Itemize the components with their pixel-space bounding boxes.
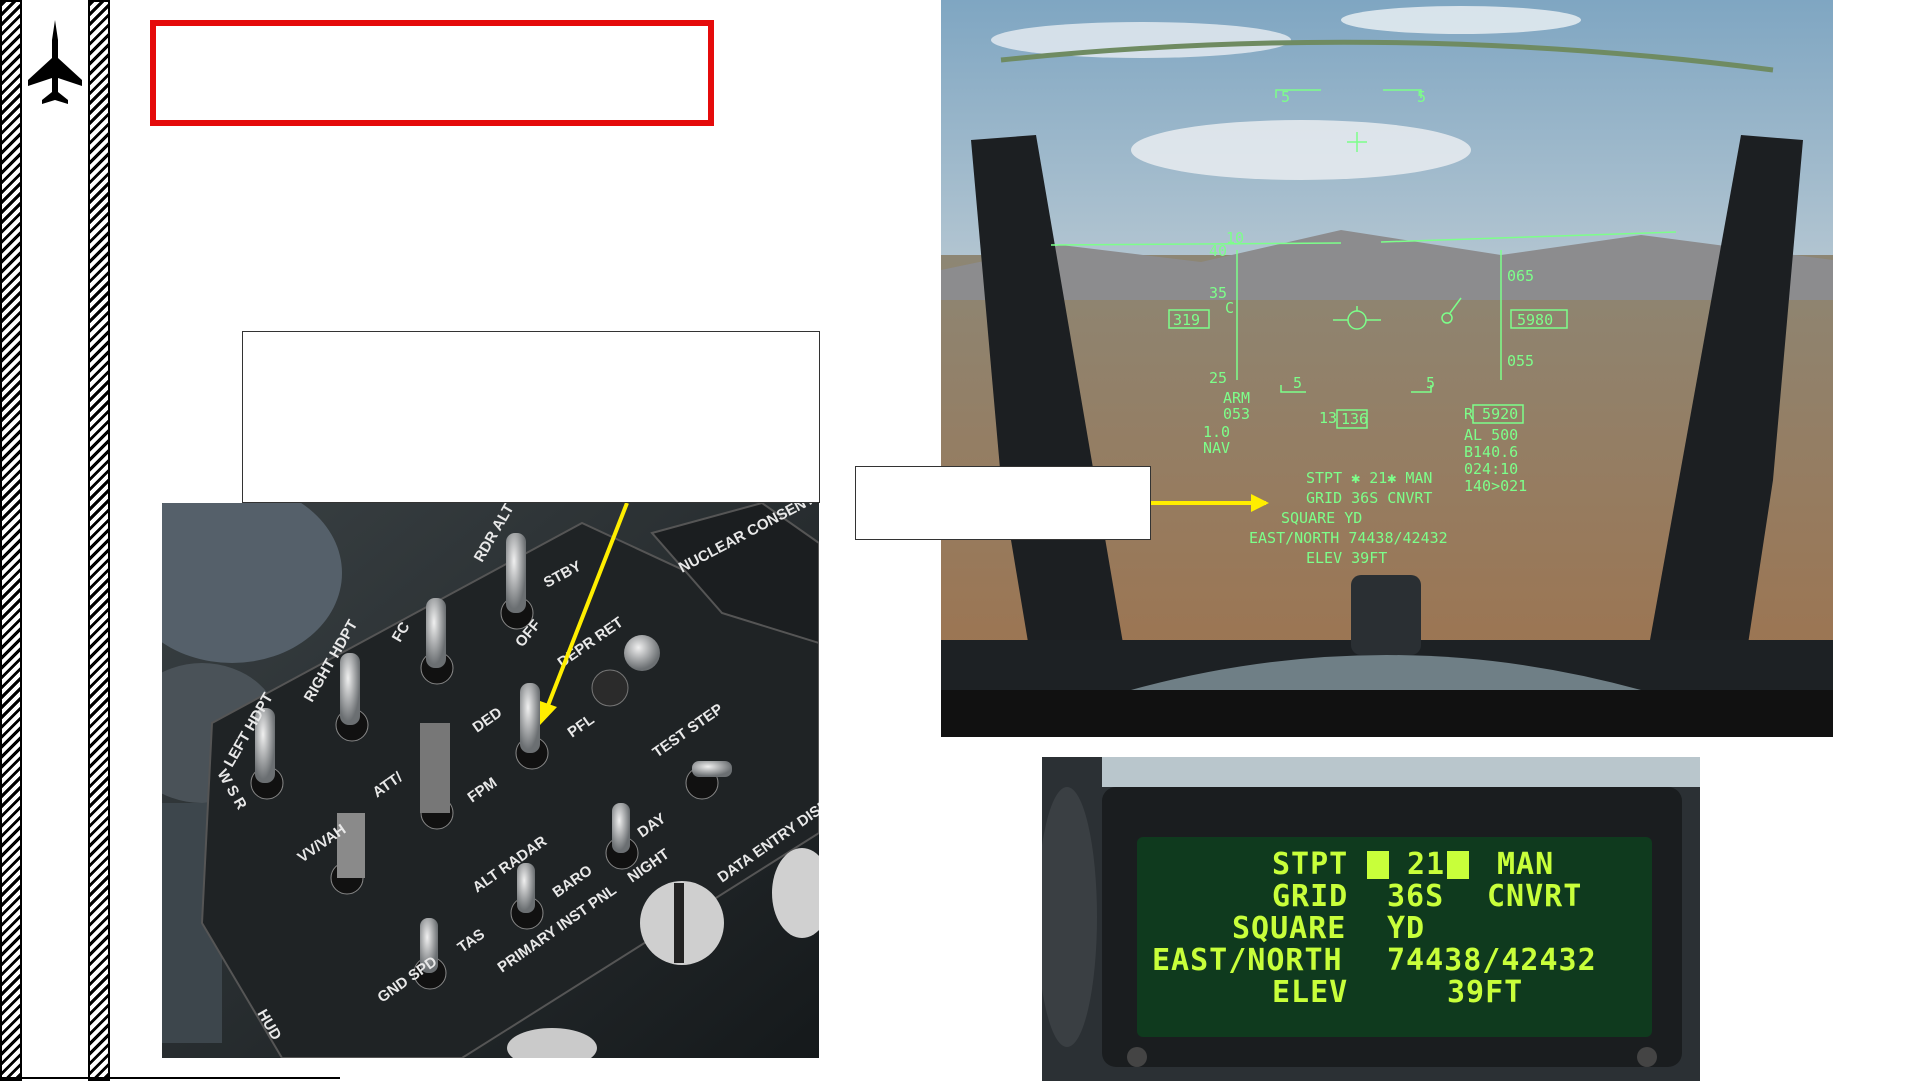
hud-altitude-box: 5980	[1517, 311, 1553, 329]
ded-elev-value: 39FT	[1447, 975, 1523, 1010]
hud-al: AL 500	[1464, 426, 1518, 444]
right-hatched-rail	[88, 0, 110, 1081]
hud-nav-mode: NAV	[1203, 439, 1230, 457]
hud-steerpoint: 140>021	[1464, 477, 1527, 495]
ded-elev-label: ELEV	[1272, 975, 1348, 1010]
hud-ded-line-2: GRID 36S CNVRT	[1306, 489, 1432, 507]
hud-alt-055: 055	[1507, 352, 1534, 370]
callout-box-panel	[242, 331, 820, 503]
hud-airspeed-box: 319	[1173, 311, 1200, 329]
hud-pitch-low-right: 5	[1426, 374, 1435, 392]
ded-grid-label: GRID	[1272, 879, 1348, 914]
ded-square-value: YD	[1387, 911, 1425, 946]
hud-radar-alt: R 5920	[1464, 405, 1518, 423]
hud-heading-box: 136	[1341, 410, 1368, 428]
hud-speed-c: C	[1225, 299, 1234, 317]
hud-bearing: B140.6	[1464, 443, 1518, 461]
hud-ded-line-5: ELEV 39FT	[1306, 549, 1387, 567]
ded-east-north-value: 74438/42432	[1387, 943, 1597, 978]
hud-control-panel-photo: NUCLEAR CONSENT STBY OFF RDR ALT FC RIGH…	[162, 503, 819, 1058]
hud-speed-40: 40	[1209, 242, 1227, 260]
hud-heading-13: 13	[1319, 409, 1337, 427]
ded-square-label: SQUARE	[1232, 911, 1346, 946]
callout-box-hud	[855, 466, 1151, 540]
hud-ded-line-4: EAST/NORTH 74438/42432	[1249, 529, 1448, 547]
hud-time: 024:10	[1464, 460, 1518, 478]
ded-stpt-mode: MAN	[1497, 847, 1554, 882]
hud-speed-25: 25	[1209, 369, 1227, 387]
ded-display-photo: STPT 21 MAN GRID 36S CNVRT SQUARE YD EAS…	[1042, 757, 1700, 1081]
ded-east-north-label: EAST/NORTH	[1152, 943, 1343, 978]
hud-pitch-5-left: 5	[1281, 88, 1290, 106]
hud-arm-value: 053	[1223, 405, 1250, 423]
hud-ded-line-1: STPT ✱ 21✱ MAN	[1306, 469, 1432, 487]
footer-divider	[0, 1077, 340, 1079]
left-hatched-rail	[0, 0, 22, 1081]
ded-stpt-label: STPT	[1272, 847, 1348, 882]
slide-title-box	[150, 20, 714, 126]
hud-pitch-low-left: 5	[1293, 374, 1302, 392]
jet-silhouette-icon	[28, 20, 82, 104]
hud-view-photo: 5 5 10 40 35 25 319 C 065 055 5980 ARM 0…	[941, 0, 1833, 737]
hud-pitch-10: 10	[1226, 229, 1244, 247]
ded-cnvrt: CNVRT	[1487, 879, 1582, 914]
hud-pitch-5-right: 5	[1417, 88, 1426, 106]
ded-grid-value: 36S	[1387, 879, 1444, 914]
ded-stpt-number: 21	[1407, 847, 1445, 882]
hud-alt-065: 065	[1507, 267, 1534, 285]
hud-ded-line-3: SQUARE YD	[1281, 509, 1362, 527]
